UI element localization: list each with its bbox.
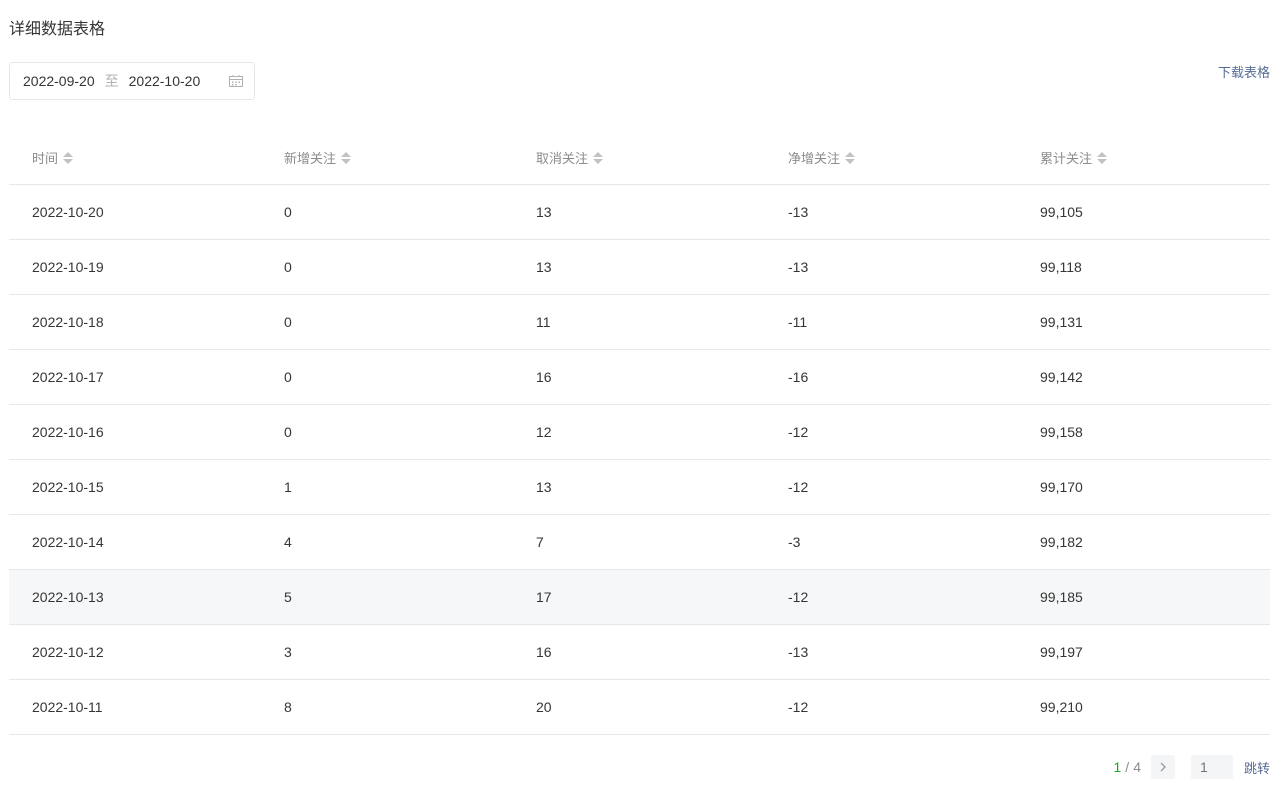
cell-new-follows: 0 <box>284 369 292 385</box>
page: 详细数据表格 2022-09-20 至 2022-10-20 下载表格 时间 新… <box>0 0 1282 808</box>
column-header-new-follows[interactable]: 新增关注 <box>261 148 513 167</box>
column-header-net-follows[interactable]: 净增关注 <box>765 148 1017 167</box>
column-header-label: 净增关注 <box>788 151 841 166</box>
cell-unfollows: 13 <box>536 259 552 275</box>
cell-total-follows: 99,158 <box>1040 424 1083 440</box>
sort-icon[interactable] <box>63 151 74 164</box>
column-header-unfollows[interactable]: 取消关注 <box>513 148 765 167</box>
sort-icon[interactable] <box>845 151 856 164</box>
table-row: 2022-10-18 0 11 -11 99,131 <box>9 295 1270 350</box>
cell-unfollows: 11 <box>536 314 551 330</box>
cell-total-follows: 99,142 <box>1040 369 1083 385</box>
cell-net-follows: -12 <box>788 589 809 605</box>
cell-new-follows: 4 <box>284 534 292 550</box>
page-separator: / <box>1125 759 1130 775</box>
table-row: 2022-10-16 0 12 -12 99,158 <box>9 405 1270 460</box>
cell-new-follows: 0 <box>284 314 292 330</box>
table-row: 2022-10-19 0 13 -13 99,118 <box>9 240 1270 295</box>
cell-total-follows: 99,197 <box>1040 644 1083 660</box>
column-header-time[interactable]: 时间 <box>9 148 261 167</box>
cell-net-follows: -12 <box>788 699 809 715</box>
cell-time: 2022-10-12 <box>32 644 104 660</box>
cell-net-follows: -3 <box>788 534 801 550</box>
cell-total-follows: 99,170 <box>1040 479 1083 495</box>
column-header-label: 累计关注 <box>1040 151 1093 166</box>
cell-new-follows: 0 <box>284 204 292 220</box>
cell-total-follows: 99,118 <box>1040 259 1082 275</box>
page-jump-button[interactable]: 跳转 <box>1244 758 1270 777</box>
date-separator: 至 <box>104 73 119 89</box>
cell-net-follows: -16 <box>788 369 809 385</box>
cell-unfollows: 13 <box>536 204 552 220</box>
cell-unfollows: 12 <box>536 424 552 440</box>
column-header-label: 新增关注 <box>284 151 337 166</box>
table-header: 时间 新增关注 取消关注 净增关注 累计关注 <box>9 131 1270 185</box>
cell-time: 2022-10-11 <box>32 699 103 715</box>
sort-icon[interactable] <box>593 151 604 164</box>
cell-net-follows: -13 <box>788 259 809 275</box>
cell-new-follows: 8 <box>284 699 292 715</box>
cell-net-follows: -12 <box>788 424 809 440</box>
table-row: 2022-10-14 4 7 -3 99,182 <box>9 515 1270 570</box>
date-range-picker[interactable]: 2022-09-20 至 2022-10-20 <box>9 62 255 100</box>
table-row: 2022-10-12 3 16 -13 99,197 <box>9 625 1270 680</box>
pagination: 1 / 4 跳转 <box>1113 755 1270 779</box>
cell-unfollows: 13 <box>536 479 552 495</box>
cell-time: 2022-10-14 <box>32 534 104 550</box>
cell-net-follows: -13 <box>788 644 809 660</box>
table-row: 2022-10-20 0 13 -13 99,105 <box>9 185 1270 240</box>
cell-new-follows: 0 <box>284 259 292 275</box>
cell-total-follows: 99,131 <box>1040 314 1083 330</box>
cell-unfollows: 7 <box>536 534 544 550</box>
calendar-icon[interactable] <box>229 75 243 87</box>
cell-net-follows: -11 <box>788 314 808 330</box>
download-table-link[interactable]: 下载表格 <box>1218 64 1270 82</box>
cell-total-follows: 99,210 <box>1040 699 1083 715</box>
cell-net-follows: -12 <box>788 479 809 495</box>
cell-time: 2022-10-17 <box>32 369 104 385</box>
cell-unfollows: 16 <box>536 369 552 385</box>
cell-total-follows: 99,182 <box>1040 534 1083 550</box>
cell-unfollows: 17 <box>536 589 552 605</box>
column-header-label: 时间 <box>32 151 59 166</box>
cell-new-follows: 3 <box>284 644 292 660</box>
table-row: 2022-10-17 0 16 -16 99,142 <box>9 350 1270 405</box>
table-row-hovered: 2022-10-13 5 17 -12 99,185 <box>9 570 1270 625</box>
chevron-right-icon <box>1160 762 1166 772</box>
cell-new-follows: 5 <box>284 589 292 605</box>
cell-total-follows: 99,105 <box>1040 204 1083 220</box>
cell-unfollows: 16 <box>536 644 552 660</box>
column-header-total-follows[interactable]: 累计关注 <box>1017 148 1269 167</box>
next-page-button[interactable] <box>1150 755 1175 779</box>
sort-icon[interactable] <box>1097 151 1108 164</box>
cell-total-follows: 99,185 <box>1040 589 1083 605</box>
section-title: 详细数据表格 <box>9 21 106 38</box>
cell-new-follows: 1 <box>284 479 292 495</box>
date-start[interactable]: 2022-09-20 <box>23 73 95 89</box>
cell-time: 2022-10-15 <box>32 479 104 495</box>
sort-icon[interactable] <box>341 151 352 164</box>
date-end[interactable]: 2022-10-20 <box>129 73 201 89</box>
data-table: 时间 新增关注 取消关注 净增关注 累计关注 2022-10-20 0 13 -… <box>9 131 1270 735</box>
current-page: 1 <box>1113 759 1122 775</box>
table-row: 2022-10-11 8 20 -12 99,210 <box>9 680 1270 735</box>
cell-time: 2022-10-18 <box>32 314 104 330</box>
cell-new-follows: 0 <box>284 424 292 440</box>
cell-time: 2022-10-13 <box>32 589 104 605</box>
cell-unfollows: 20 <box>536 699 552 715</box>
cell-time: 2022-10-16 <box>32 424 104 440</box>
cell-net-follows: -13 <box>788 204 809 220</box>
table-row: 2022-10-15 1 13 -12 99,170 <box>9 460 1270 515</box>
column-header-label: 取消关注 <box>536 151 589 166</box>
cell-time: 2022-10-19 <box>32 259 104 275</box>
cell-time: 2022-10-20 <box>32 204 104 220</box>
page-jump-input[interactable] <box>1190 755 1233 779</box>
total-pages: 4 <box>1133 759 1141 775</box>
